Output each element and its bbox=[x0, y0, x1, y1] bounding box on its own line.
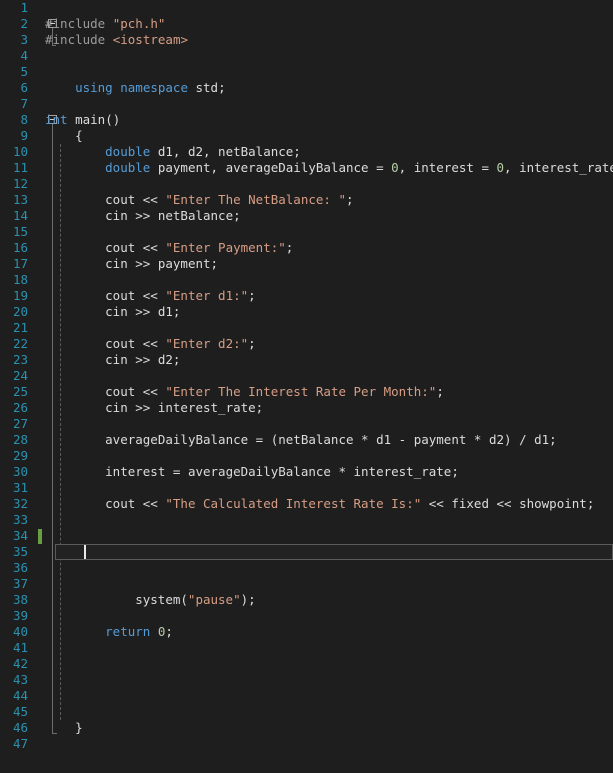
code-token: cout << bbox=[105, 240, 166, 255]
code-token: cout << bbox=[105, 192, 166, 207]
code-line[interactable]: cin >> netBalance; bbox=[105, 208, 240, 224]
code-token: "pause" bbox=[187, 592, 241, 607]
code-token: "The Calculated Interest Rate Is:" bbox=[165, 496, 422, 511]
code-token: return bbox=[105, 624, 151, 639]
code-line[interactable]: cin >> d2; bbox=[105, 352, 180, 368]
code-token: double bbox=[105, 160, 151, 175]
code-token: } bbox=[75, 720, 83, 735]
code-token: ); bbox=[240, 592, 256, 607]
code-token: ; bbox=[346, 192, 354, 207]
code-token: "Enter The NetBalance: " bbox=[165, 192, 346, 207]
code-token: averageDailyBalance = (netBalance * d1 -… bbox=[105, 432, 557, 447]
code-line[interactable]: { bbox=[75, 128, 83, 144]
code-token: namespace bbox=[120, 80, 188, 95]
code-line[interactable]: cout << "Enter d1:"; bbox=[105, 288, 256, 304]
code-line[interactable]: cout << "Enter d2:"; bbox=[105, 336, 256, 352]
code-line[interactable]: cout << "Enter Payment:"; bbox=[105, 240, 293, 256]
code-token: ; bbox=[436, 384, 444, 399]
code-token: , interest = bbox=[398, 160, 497, 175]
code-token: << fixed << showpoint; bbox=[421, 496, 595, 511]
code-line[interactable]: system("pause"); bbox=[135, 592, 255, 608]
code-token: double bbox=[105, 144, 151, 159]
code-token: #include bbox=[45, 16, 113, 31]
code-line[interactable]: averageDailyBalance = (netBalance * d1 -… bbox=[105, 432, 557, 448]
code-line[interactable]: #include <iostream> bbox=[45, 32, 188, 48]
code-token: cin >> payment; bbox=[105, 256, 219, 271]
code-token: cout << bbox=[105, 496, 166, 511]
code-token: cin >> d1; bbox=[105, 304, 181, 319]
code-token: std; bbox=[187, 80, 226, 95]
code-line[interactable]: cout << "Enter The Interest Rate Per Mon… bbox=[105, 384, 444, 400]
code-token: "Enter Payment:" bbox=[165, 240, 286, 255]
code-line[interactable]: return 0; bbox=[105, 624, 173, 640]
code-content[interactable]: #include "pch.h" #include <iostream> using… bbox=[0, 0, 613, 773]
code-token: 0 bbox=[496, 160, 505, 175]
code-token: #include bbox=[45, 32, 113, 47]
code-token: main() bbox=[67, 112, 121, 127]
code-line[interactable]: double d1, d2, netBalance; bbox=[105, 144, 301, 160]
code-editor[interactable]: 1 2 3 4 5 6 7 8 9 10 11 12 13 14 15 16 17 18 19 20 21 22 23 24 2… bbox=[0, 0, 613, 773]
text-caret bbox=[84, 545, 87, 559]
code-line[interactable]: using namespace std; bbox=[75, 80, 226, 96]
code-token: cout << bbox=[105, 336, 166, 351]
code-token: { bbox=[75, 128, 83, 143]
code-token: ; bbox=[248, 336, 256, 351]
code-token: ; bbox=[285, 240, 294, 255]
code-token: , interest_rate; bbox=[504, 160, 613, 175]
code-line[interactable]: cin >> interest_rate; bbox=[105, 400, 263, 416]
code-line[interactable]: int main() bbox=[45, 112, 120, 128]
code-line[interactable]: cout << "Enter The NetBalance: "; bbox=[105, 192, 353, 208]
code-line[interactable]: double payment, averageDailyBalance = 0,… bbox=[105, 160, 613, 176]
code-line[interactable]: cin >> payment; bbox=[105, 256, 218, 272]
code-token: cout << bbox=[105, 288, 166, 303]
code-token: ; bbox=[165, 624, 173, 639]
code-token: cin >> d2; bbox=[105, 352, 181, 367]
code-token: interest = averageDailyBalance * interes… bbox=[105, 464, 459, 479]
code-token: <iostream> bbox=[112, 32, 188, 47]
code-token: system( bbox=[135, 592, 188, 607]
code-token: payment, averageDailyBalance = bbox=[150, 160, 392, 175]
code-token: "Enter The Interest Rate Per Month:" bbox=[165, 384, 437, 399]
code-token: using bbox=[75, 80, 113, 95]
code-line[interactable]: cout << "The Calculated Interest Rate Is… bbox=[105, 496, 594, 512]
code-token: "pch.h" bbox=[112, 16, 166, 31]
code-line[interactable]: } bbox=[75, 720, 83, 736]
code-line[interactable]: #include "pch.h" bbox=[45, 16, 165, 32]
code-token: d1, d2, netBalance; bbox=[150, 144, 301, 159]
code-token: cin >> netBalance; bbox=[105, 208, 241, 223]
code-token: "Enter d2:" bbox=[165, 336, 249, 351]
code-token: cin >> interest_rate; bbox=[105, 400, 264, 415]
code-token: 0 bbox=[391, 160, 399, 175]
active-line-highlight bbox=[55, 544, 613, 560]
code-token: ; bbox=[248, 288, 256, 303]
code-token: "Enter d1:" bbox=[165, 288, 249, 303]
code-line[interactable]: cin >> d1; bbox=[105, 304, 180, 320]
code-line[interactable]: interest = averageDailyBalance * interes… bbox=[105, 464, 459, 480]
code-token: cout << bbox=[105, 384, 166, 399]
code-token: int bbox=[45, 112, 68, 127]
